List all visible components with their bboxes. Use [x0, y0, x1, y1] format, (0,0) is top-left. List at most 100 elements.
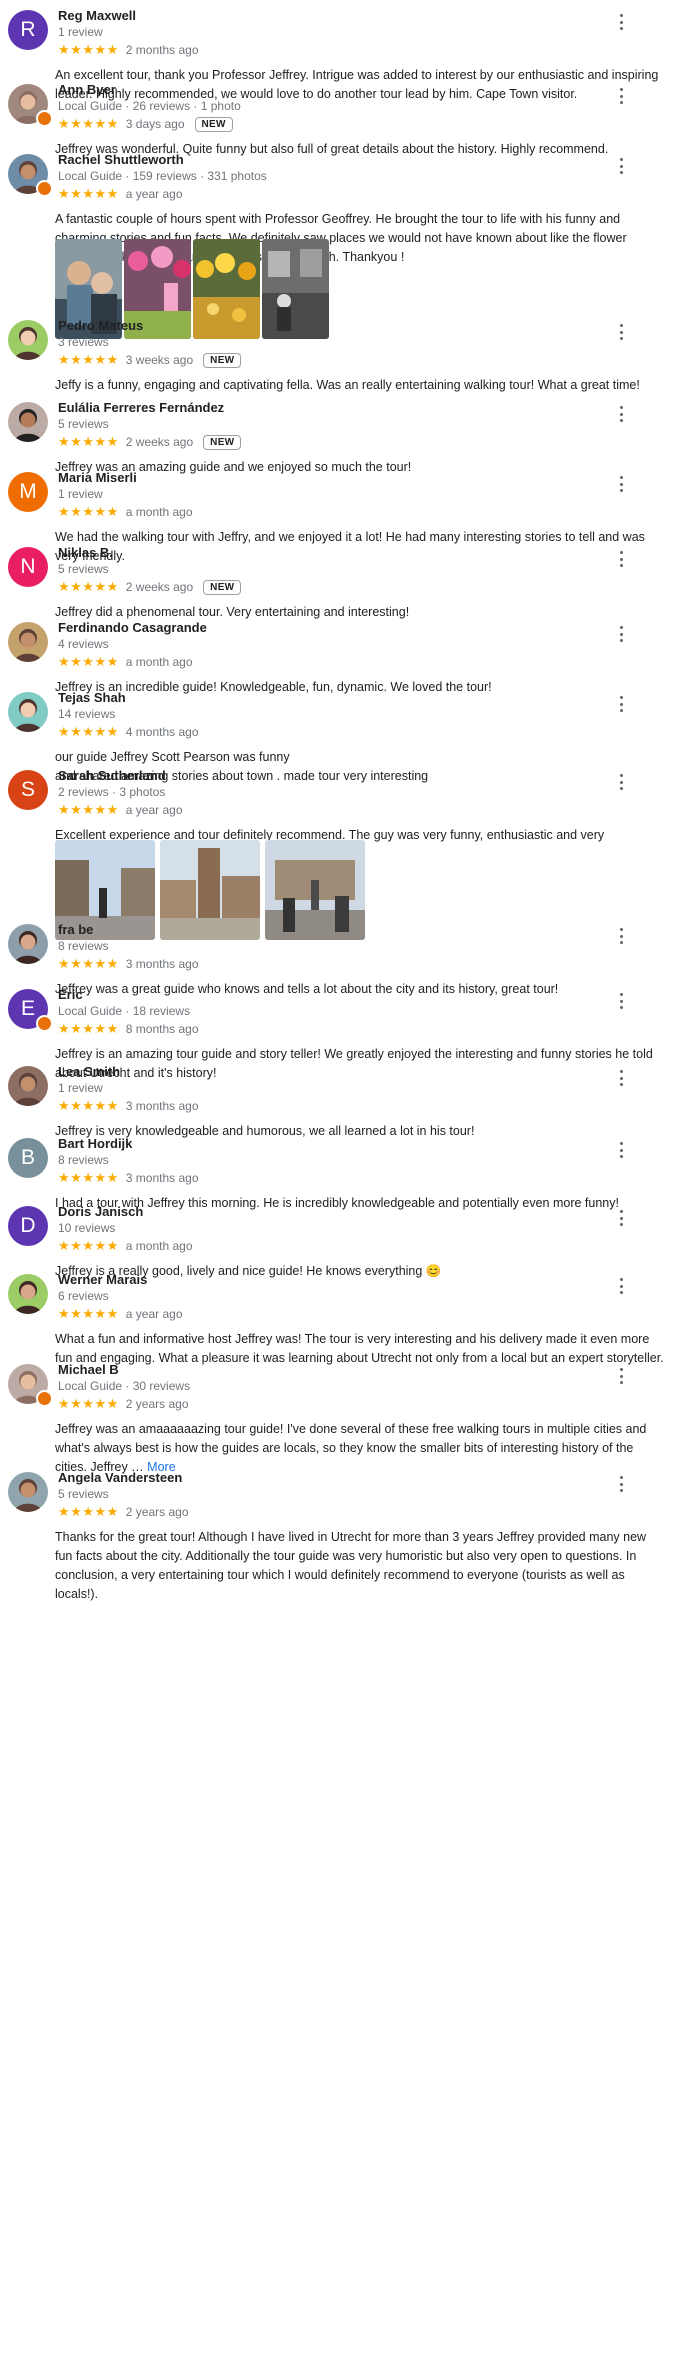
profile-photo-icon: [8, 320, 48, 360]
rating-row: ★★★★★ 3 months ago: [58, 1098, 199, 1114]
avatar[interactable]: [8, 320, 48, 360]
reviewer-meta: 8 reviews: [58, 939, 109, 953]
reviewer-meta: 8 reviews: [58, 1153, 109, 1167]
reviewer-name[interactable]: Bart Hordijk: [58, 1136, 132, 1151]
reviewer-name[interactable]: Pedro Mateus: [58, 318, 143, 333]
review-card: S Sarah Sutherland 2 reviews · 3 photos ★★★…: [0, 768, 676, 940]
local-guide-badge-icon: [36, 180, 53, 197]
avatar[interactable]: [8, 1274, 48, 1314]
review-card: Tejas Shah 14 reviews ★★★★★ 4 months ago our…: [0, 690, 676, 783]
profile-photo-icon: [8, 1472, 48, 1512]
review-text-content: An excellent tour, thank you Professor J…: [55, 68, 659, 101]
avatar[interactable]: R: [8, 10, 48, 50]
avatar[interactable]: [8, 1472, 48, 1512]
review-text: Jeffrey was an amaaaaaazing tour guide! …: [55, 1420, 665, 1477]
reviewer-meta: Local Guide · 159 reviews · 331 photos: [58, 169, 267, 183]
more-options-icon[interactable]: [617, 86, 625, 106]
avatar[interactable]: M: [8, 472, 48, 512]
reviewer-name[interactable]: Eric: [58, 987, 83, 1002]
more-options-icon[interactable]: [617, 1276, 625, 1296]
avatar[interactable]: [8, 924, 48, 964]
rating-row: ★★★★★ 2 weeks ago NEW: [58, 579, 242, 595]
avatar[interactable]: B: [8, 1138, 48, 1178]
more-options-icon[interactable]: [617, 156, 625, 176]
avatar[interactable]: [8, 402, 48, 442]
more-options-icon[interactable]: [617, 404, 625, 424]
more-options-icon[interactable]: [617, 694, 625, 714]
reviewer-name[interactable]: Werner Marais: [58, 1272, 147, 1287]
avatar[interactable]: [8, 1066, 48, 1106]
more-options-icon[interactable]: [617, 991, 625, 1011]
review-text-content: What a fun and informative host Jeffrey …: [55, 1332, 664, 1365]
star-rating-icon: ★★★★★: [58, 186, 119, 202]
reviewer-meta: Local Guide · 30 reviews: [58, 1379, 191, 1393]
reviewer-name[interactable]: Niklas B.: [58, 545, 113, 560]
reviewer-name[interactable]: Rachel Shuttleworth: [58, 152, 184, 167]
review-text-content: Jeffrey was an amaaaaaazing tour guide! …: [55, 1422, 647, 1474]
review-text-content: We had the walking tour with Jeffry, and…: [55, 530, 645, 563]
avatar[interactable]: S: [8, 770, 48, 810]
reviewer-meta: 1 review: [58, 25, 103, 39]
review-photo[interactable]: [262, 239, 329, 339]
reviewer-name[interactable]: Michael B: [58, 1362, 119, 1377]
reviewer-name[interactable]: fra be: [58, 922, 93, 937]
more-options-icon[interactable]: [617, 322, 625, 342]
reviewer-name[interactable]: Ann Byer: [58, 82, 116, 97]
review-text-content: Thanks for the great tour! Although I ha…: [55, 1530, 647, 1601]
reviewer-name[interactable]: Reg Maxwell: [58, 8, 136, 23]
more-options-icon[interactable]: [617, 12, 625, 32]
rating-row: ★★★★★ a month ago: [58, 504, 193, 520]
rating-row: ★★★★★ a month ago: [58, 654, 193, 670]
review-date: a month ago: [125, 1239, 193, 1253]
more-options-icon[interactable]: [617, 1474, 625, 1494]
reviewer-name[interactable]: Maria Miserli: [58, 470, 137, 485]
review-text: Jeffrey was an amazing guide and we enjo…: [55, 458, 665, 477]
star-rating-icon: ★★★★★: [58, 504, 119, 520]
more-options-icon[interactable]: [617, 1140, 625, 1160]
more-options-icon[interactable]: [617, 1068, 625, 1088]
review-card: Angela Vandersteen 5 reviews ★★★★★ 2 years …: [0, 1470, 676, 1601]
more-options-icon[interactable]: [617, 772, 625, 792]
reviewer-name[interactable]: Tejas Shah: [58, 690, 126, 705]
reviewer-name[interactable]: Ferdinando Casagrande: [58, 620, 207, 635]
reviewer-name[interactable]: Eulália Ferreres Fernández: [58, 400, 224, 415]
review-text-content: Jeffrey did a phenomenal tour. Very ente…: [55, 605, 410, 619]
review-date: 2 years ago: [125, 1505, 189, 1519]
rating-row: ★★★★★ a year ago: [58, 802, 183, 818]
review-date: a month ago: [125, 505, 193, 519]
review-photo[interactable]: [160, 840, 260, 940]
review-date: 8 months ago: [125, 1022, 199, 1036]
star-rating-icon: ★★★★★: [58, 956, 119, 972]
reviewer-name[interactable]: Doris Janisch: [58, 1204, 143, 1219]
more-options-icon[interactable]: [617, 926, 625, 946]
reviewer-meta: 5 reviews: [58, 1487, 109, 1501]
star-rating-icon: ★★★★★: [58, 1021, 119, 1037]
avatar[interactable]: D: [8, 1206, 48, 1246]
local-guide-badge-icon: [36, 110, 53, 127]
review-photo[interactable]: [193, 239, 260, 339]
review-card: Ferdinando Casagrande 4 reviews ★★★★★ a mon…: [0, 620, 676, 694]
rating-row: ★★★★★ 2 years ago: [58, 1396, 189, 1412]
more-options-icon[interactable]: [617, 1366, 625, 1386]
review-photo[interactable]: [265, 840, 365, 940]
review-card: Michael B Local Guide · 30 reviews ★★★★★ 2 …: [0, 1362, 676, 1474]
review-card: Eulália Ferreres Fernández 5 reviews ★★★★★…: [0, 400, 676, 474]
star-rating-icon: ★★★★★: [58, 434, 119, 450]
avatar[interactable]: N: [8, 547, 48, 587]
reviewer-name[interactable]: Sarah Sutherland: [58, 768, 166, 783]
reviewer-name[interactable]: Angela Vandersteen: [58, 1470, 182, 1485]
review-text: We had the walking tour with Jeffry, and…: [55, 528, 665, 566]
avatar-initial: E: [20, 997, 35, 1020]
more-options-icon[interactable]: [617, 474, 625, 494]
review-date: 3 months ago: [125, 957, 199, 971]
reviewer-name[interactable]: Lea Smith: [58, 1064, 120, 1079]
more-options-icon[interactable]: [617, 1208, 625, 1228]
more-options-icon[interactable]: [617, 549, 625, 569]
rating-row: ★★★★★ a year ago: [58, 1306, 183, 1322]
avatar[interactable]: [8, 692, 48, 732]
more-options-icon[interactable]: [617, 624, 625, 644]
reviewer-meta: 5 reviews: [58, 417, 109, 431]
avatar[interactable]: [8, 622, 48, 662]
local-guide-badge-icon: [36, 1015, 53, 1032]
star-rating-icon: ★★★★★: [58, 1238, 119, 1254]
